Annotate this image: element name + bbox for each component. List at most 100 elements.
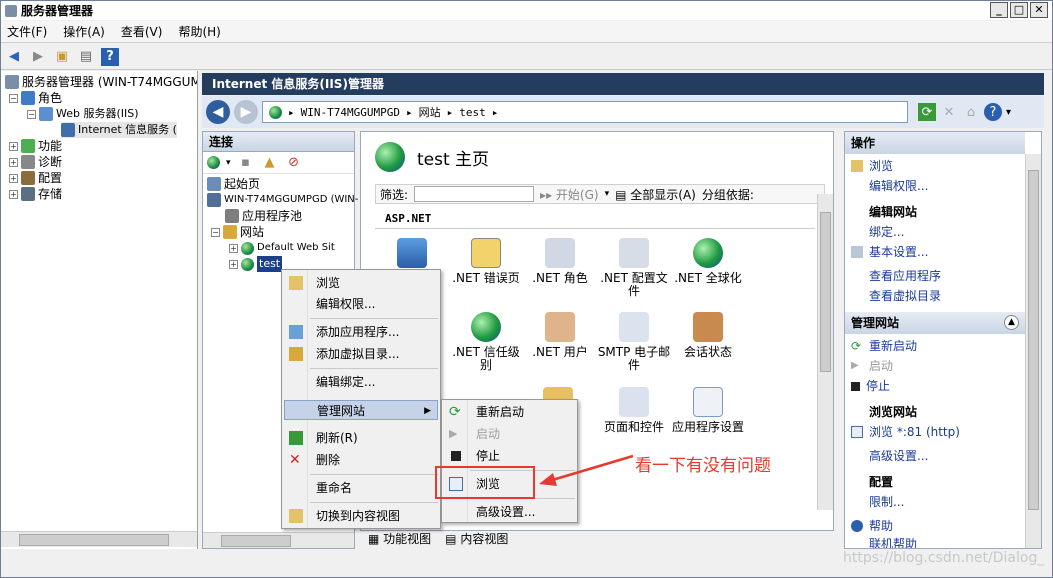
show-all-button[interactable]: ▤ 全部显示(A) — [615, 186, 696, 203]
submenu-advanced-settings[interactable]: 高级设置... — [444, 502, 575, 522]
tree-horizontal-scrollbar[interactable] — [1, 531, 197, 547]
connections-horizontal-scrollbar[interactable] — [203, 532, 354, 548]
expand-icon[interactable]: + — [9, 157, 18, 167]
breadcrumb-sites[interactable]: 网站 — [419, 104, 441, 120]
tile-pages-controls[interactable]: 页面和控件 — [597, 387, 671, 434]
action-restart[interactable]: ⟳ 重新启动 — [851, 338, 917, 354]
filter-dropdown-icon[interactable]: ▾ — [605, 189, 610, 199]
action-basic-settings[interactable]: 基本设置... — [851, 244, 928, 260]
filter-go-button[interactable]: ▸▸ 开始(G) — [540, 186, 599, 203]
features-vertical-scrollbar[interactable] — [817, 194, 833, 510]
help-icon[interactable]: ? — [101, 47, 119, 66]
tree-item-storage[interactable]: + 存储 — [9, 186, 62, 202]
tree-item-server[interactable]: WIN-T74MGGUMPGD (WIN- — [207, 192, 358, 208]
tree-item-sites[interactable]: − 网站 — [211, 224, 264, 240]
collapse-icon[interactable]: − — [211, 227, 220, 237]
up-folder-icon[interactable]: ▣ — [53, 48, 71, 66]
tree-item-features[interactable]: + 功能 — [9, 138, 62, 154]
context-add-virtual-directory[interactable]: 添加虚拟目录... — [284, 344, 438, 364]
iis-back-icon[interactable]: ◀ — [206, 100, 230, 124]
action-edit-permissions[interactable]: 编辑权限... — [851, 178, 928, 194]
home-icon[interactable]: ⌂ — [962, 103, 980, 121]
tile-smtp[interactable]: SMTP 电子邮件 — [597, 312, 671, 372]
context-delete[interactable]: ✕ 删除 — [284, 450, 438, 470]
disconnect-icon[interactable]: ⊘ — [285, 154, 303, 172]
tile-session-state[interactable]: 会话状态 — [671, 312, 745, 359]
action-browse-81[interactable]: 浏览 *:81 (http) — [851, 424, 960, 440]
tab-content-view[interactable]: ▤ 内容视图 — [445, 530, 508, 547]
actions-vertical-scrollbar[interactable] — [1025, 154, 1041, 548]
tree-item-test[interactable]: + test — [229, 256, 283, 272]
stop-icon[interactable]: ✕ — [940, 103, 958, 121]
breadcrumb[interactable]: ▸ WIN-T74MGGUMPGD ▸ 网站 ▸ test ▸ — [262, 101, 908, 123]
context-browse[interactable]: 浏览 — [284, 273, 438, 293]
tile-error-pages[interactable]: .NET 错误页 — [449, 238, 523, 285]
context-add-application[interactable]: 添加应用程序... — [284, 322, 438, 342]
action-online-help[interactable]: 联机帮助 — [851, 536, 917, 548]
tile-first[interactable] — [375, 238, 449, 272]
menu-help[interactable]: 帮助(H) — [178, 23, 220, 40]
action-browse[interactable]: 浏览 — [851, 158, 893, 174]
tree-item-roles[interactable]: − 角色 — [9, 90, 62, 106]
tree-item-default-web-site[interactable]: + Default Web Sit — [229, 240, 335, 256]
context-rename[interactable]: 重命名 — [284, 478, 438, 498]
tree-item-iis[interactable]: Internet 信息服务 ( — [61, 122, 177, 138]
back-arrow-icon[interactable]: ◀ — [5, 48, 23, 66]
forward-arrow-icon[interactable]: ▶ — [29, 48, 47, 66]
tree-item-configuration[interactable]: + 配置 — [9, 170, 62, 186]
action-limits[interactable]: 限制... — [851, 494, 904, 510]
action-bindings[interactable]: 绑定... — [851, 224, 904, 240]
tile-trust-level[interactable]: .NET 信任级别 — [449, 312, 523, 372]
collapse-icon[interactable]: − — [9, 93, 18, 103]
close-button[interactable]: ✕ — [1030, 2, 1048, 18]
menu-action[interactable]: 操作(A) — [63, 23, 105, 40]
show-hide-tree-icon[interactable]: ▤ — [77, 48, 95, 66]
expand-icon[interactable]: + — [9, 141, 18, 151]
menu-view[interactable]: 查看(V) — [121, 23, 163, 40]
refresh-icon[interactable]: ⟳ — [918, 103, 936, 121]
tree-item-server-manager[interactable]: 服务器管理器 (WIN-T74MGGUMPG — [5, 74, 197, 90]
context-edit-permissions[interactable]: 编辑权限... — [284, 294, 438, 314]
tile-roles[interactable]: .NET 角色 — [523, 238, 597, 285]
help-dropdown-icon[interactable]: ▾ — [1006, 107, 1011, 118]
tile-users[interactable]: .NET 用户 — [523, 312, 597, 359]
expand-icon[interactable]: + — [229, 259, 238, 269]
scrollbar-thumb[interactable] — [19, 533, 169, 546]
context-manage-website[interactable]: 管理网站 ▶ — [284, 400, 438, 420]
action-advanced-settings[interactable]: 高级设置... — [851, 448, 928, 464]
action-help[interactable]: 帮助 — [851, 518, 893, 534]
expand-icon[interactable]: + — [9, 173, 18, 183]
tile-profile[interactable]: .NET 配置文件 — [597, 238, 671, 298]
action-view-virtual-directories[interactable]: 查看虚拟目录 — [851, 288, 941, 304]
scrollbar-thumb[interactable] — [221, 534, 291, 547]
tile-app-settings[interactable]: 应用程序设置 — [671, 387, 745, 434]
connect-icon[interactable] — [207, 156, 220, 169]
connect-dropdown-icon[interactable]: ▾ — [226, 158, 231, 168]
collapse-icon[interactable]: − — [27, 109, 36, 119]
context-edit-bindings[interactable]: 编辑绑定... — [284, 372, 438, 392]
help-icon[interactable]: ? — [984, 103, 1002, 121]
tree-item-diagnostics[interactable]: + 诊断 — [9, 154, 62, 170]
submenu-restart[interactable]: ⟳ 重新启动 — [444, 402, 575, 422]
filter-input[interactable] — [414, 186, 535, 202]
maximize-button[interactable]: □ — [1010, 2, 1028, 18]
tab-features-view[interactable]: ▦ 功能视图 — [368, 530, 431, 547]
save-icon[interactable]: ▪ — [237, 154, 255, 172]
breadcrumb-server[interactable]: WIN-T74MGGUMPGD — [301, 106, 400, 119]
expand-icon[interactable]: + — [229, 243, 238, 253]
group-by-label[interactable]: 分组依据: — [702, 186, 754, 203]
menu-file[interactable]: 文件(F) — [7, 23, 47, 40]
tree-item-web-server[interactable]: − Web 服务器(IIS) — [27, 106, 139, 122]
context-switch-content-view[interactable]: 切换到内容视图 — [284, 506, 438, 526]
breadcrumb-test[interactable]: test — [459, 106, 486, 119]
tile-globalization[interactable]: .NET 全球化 — [671, 238, 745, 285]
tree-item-start-page[interactable]: 起始页 — [207, 176, 260, 192]
context-refresh[interactable]: 刷新(R) — [284, 428, 438, 448]
collapse-section-icon[interactable]: ▲ — [1004, 315, 1019, 330]
tree-item-app-pools[interactable]: 应用程序池 — [225, 208, 302, 224]
expand-icon[interactable]: + — [9, 189, 18, 199]
iis-forward-icon[interactable]: ▶ — [234, 100, 258, 124]
scrollbar-thumb[interactable] — [820, 212, 831, 372]
scrollbar-thumb[interactable] — [1028, 170, 1039, 510]
minimize-button[interactable]: _ — [990, 2, 1008, 18]
